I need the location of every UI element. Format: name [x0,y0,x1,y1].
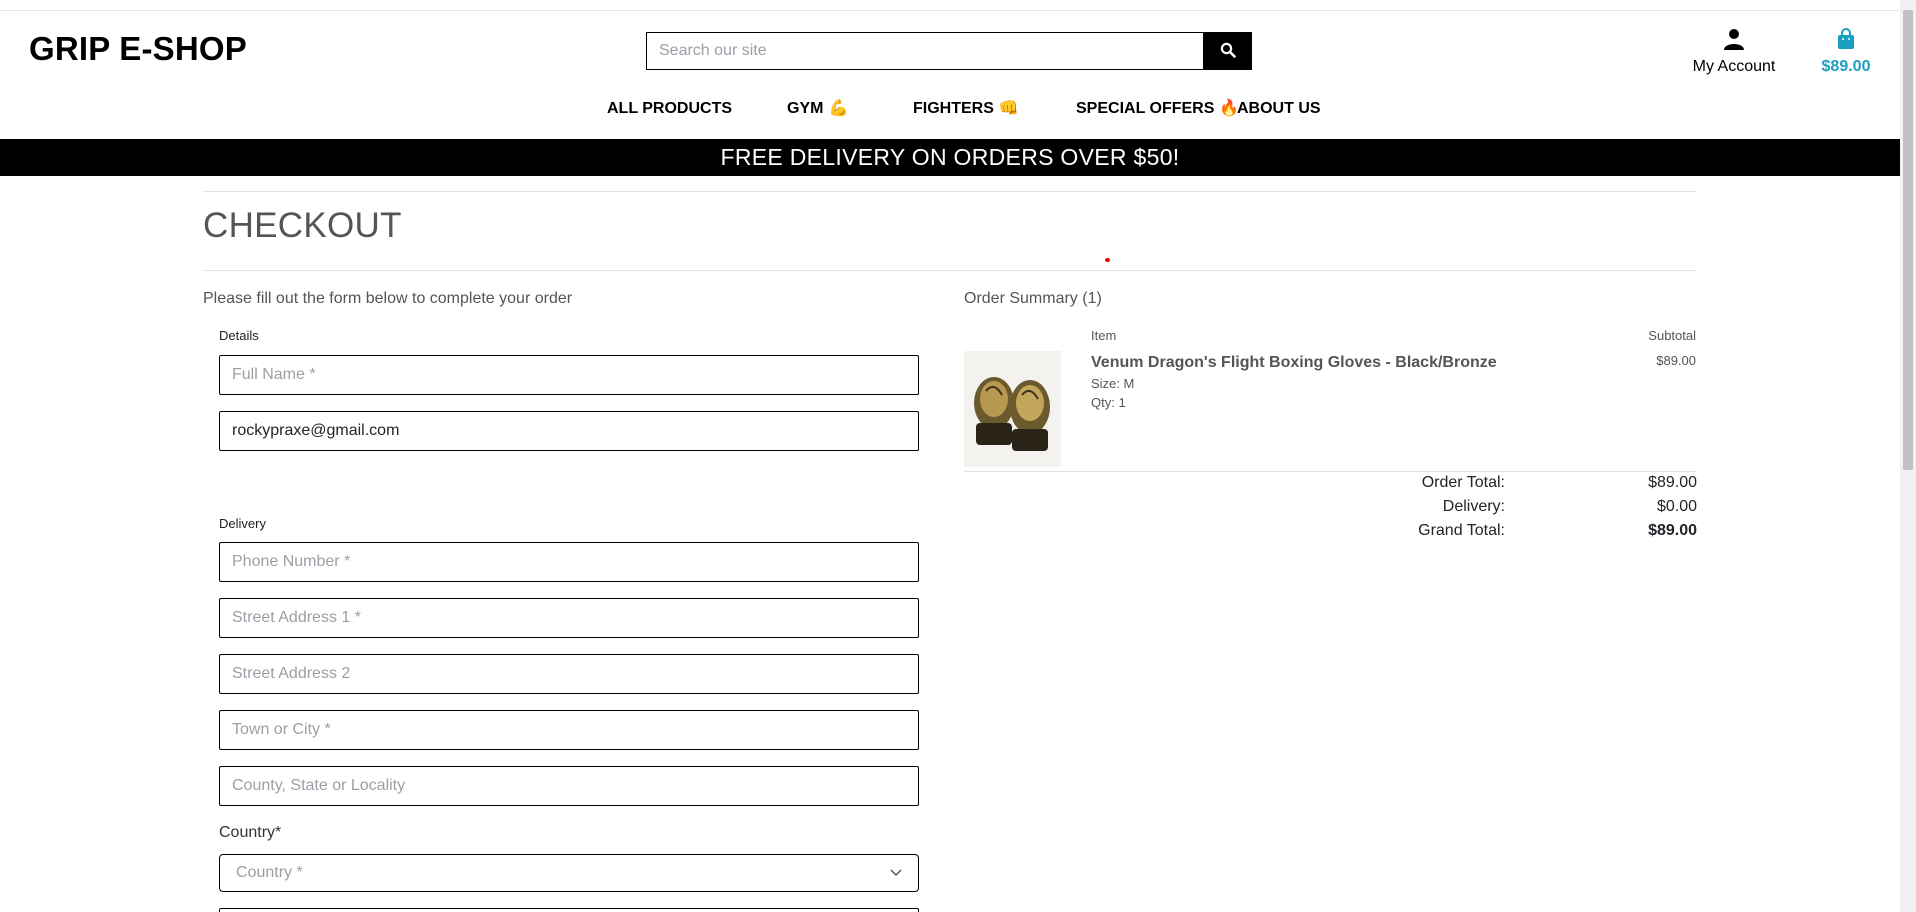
search-bar [646,32,1252,70]
delivery-legend: Delivery [219,516,266,531]
user-icon [1723,29,1745,54]
street-address-2-field[interactable] [219,654,919,694]
nav-label: ALL PRODUCTS [607,100,733,117]
summary-divider [964,471,1697,472]
order-total-label: Order Total: [1421,474,1505,491]
divider [203,191,1697,192]
nav-label: GYM [787,100,824,117]
delivery-label: Delivery: [1442,498,1505,515]
country-select[interactable]: Country * [219,854,919,892]
nav-gym[interactable]: GYM 💪 [787,100,848,118]
search-input[interactable] [646,32,1203,70]
free-delivery-banner: FREE DELIVERY ON ORDERS OVER $50! [0,139,1900,176]
site-logo[interactable]: GRIP E-SHOP [29,30,247,68]
delivery-value: $0.00 [1656,498,1697,515]
country-selected-value: Country * [236,864,303,881]
page-title: CHECKOUT [203,206,402,245]
product-subtotal: $89.00 [1656,353,1696,368]
bag-total: $89.00 [1821,58,1871,75]
town-city-field[interactable] [219,710,919,750]
shopping-bag-link[interactable]: $89.00 [1812,28,1880,76]
fist-icon: 👊 [998,100,1019,117]
product-image[interactable] [964,351,1061,467]
page-scrollbar[interactable] [1900,0,1916,912]
order-total-value: $89.00 [1648,474,1697,491]
nav-label: SPECIAL OFFERS [1076,100,1215,117]
search-icon [1220,42,1236,61]
product-size: Size: M [1091,376,1135,391]
full-name-field[interactable] [219,355,919,395]
checkout-intro: Please fill out the form below to comple… [203,290,573,307]
chevron-down-icon [890,864,902,882]
column-header-subtotal: Subtotal [1648,328,1696,343]
top-divider [0,10,1900,11]
email-field[interactable] [219,411,919,451]
nav-label: ABOUT US [1237,100,1321,117]
my-account-label: My Account [1692,58,1776,75]
order-summary-title: Order Summary (1) [964,290,1102,307]
country-label: Country* [219,824,282,841]
grand-total-row: Grand Total: $89.00 [964,522,1697,544]
nav-about-us[interactable]: ABOUT US [1237,100,1321,118]
cursor-dot [1105,258,1110,262]
county-field[interactable] [219,766,919,806]
shopping-bag-icon [1836,28,1856,54]
nav-fighters[interactable]: FIGHTERS 👊 [913,100,1019,118]
nav-special-offers[interactable]: SPECIAL OFFERS 🔥 [1076,100,1239,118]
order-total-row: Order Total: $89.00 [964,474,1697,496]
grand-total-value: $89.00 [1648,522,1697,539]
details-legend: Details [219,328,259,343]
grand-total-label: Grand Total: [1418,522,1505,539]
column-header-item: Item [1091,328,1117,343]
divider [203,270,1697,271]
product-name[interactable]: Venum Dragon's Flight Boxing Gloves - Bl… [1091,354,1497,372]
scrollbar-thumb[interactable] [1903,10,1913,470]
delivery-row: Delivery: $0.00 [964,498,1697,520]
search-button[interactable] [1203,32,1252,70]
postcode-field-partial[interactable] [219,908,919,912]
nav-label: FIGHTERS [913,100,994,117]
phone-field[interactable] [219,542,919,582]
nav-all-products[interactable]: ALL PRODUCTS [607,100,732,118]
my-account-link[interactable]: My Account [1688,28,1780,76]
main-nav: ALL PRODUCTS GYM 💪 FIGHTERS 👊 SPECIAL OF… [0,100,1900,124]
product-qty: Qty: 1 [1091,395,1126,410]
street-address-1-field[interactable] [219,598,919,638]
checkout-page: GRIP E-SHOP My Account $89.00 ALL PRODUC… [0,0,1916,912]
flexed-biceps-icon: 💪 [828,100,849,117]
